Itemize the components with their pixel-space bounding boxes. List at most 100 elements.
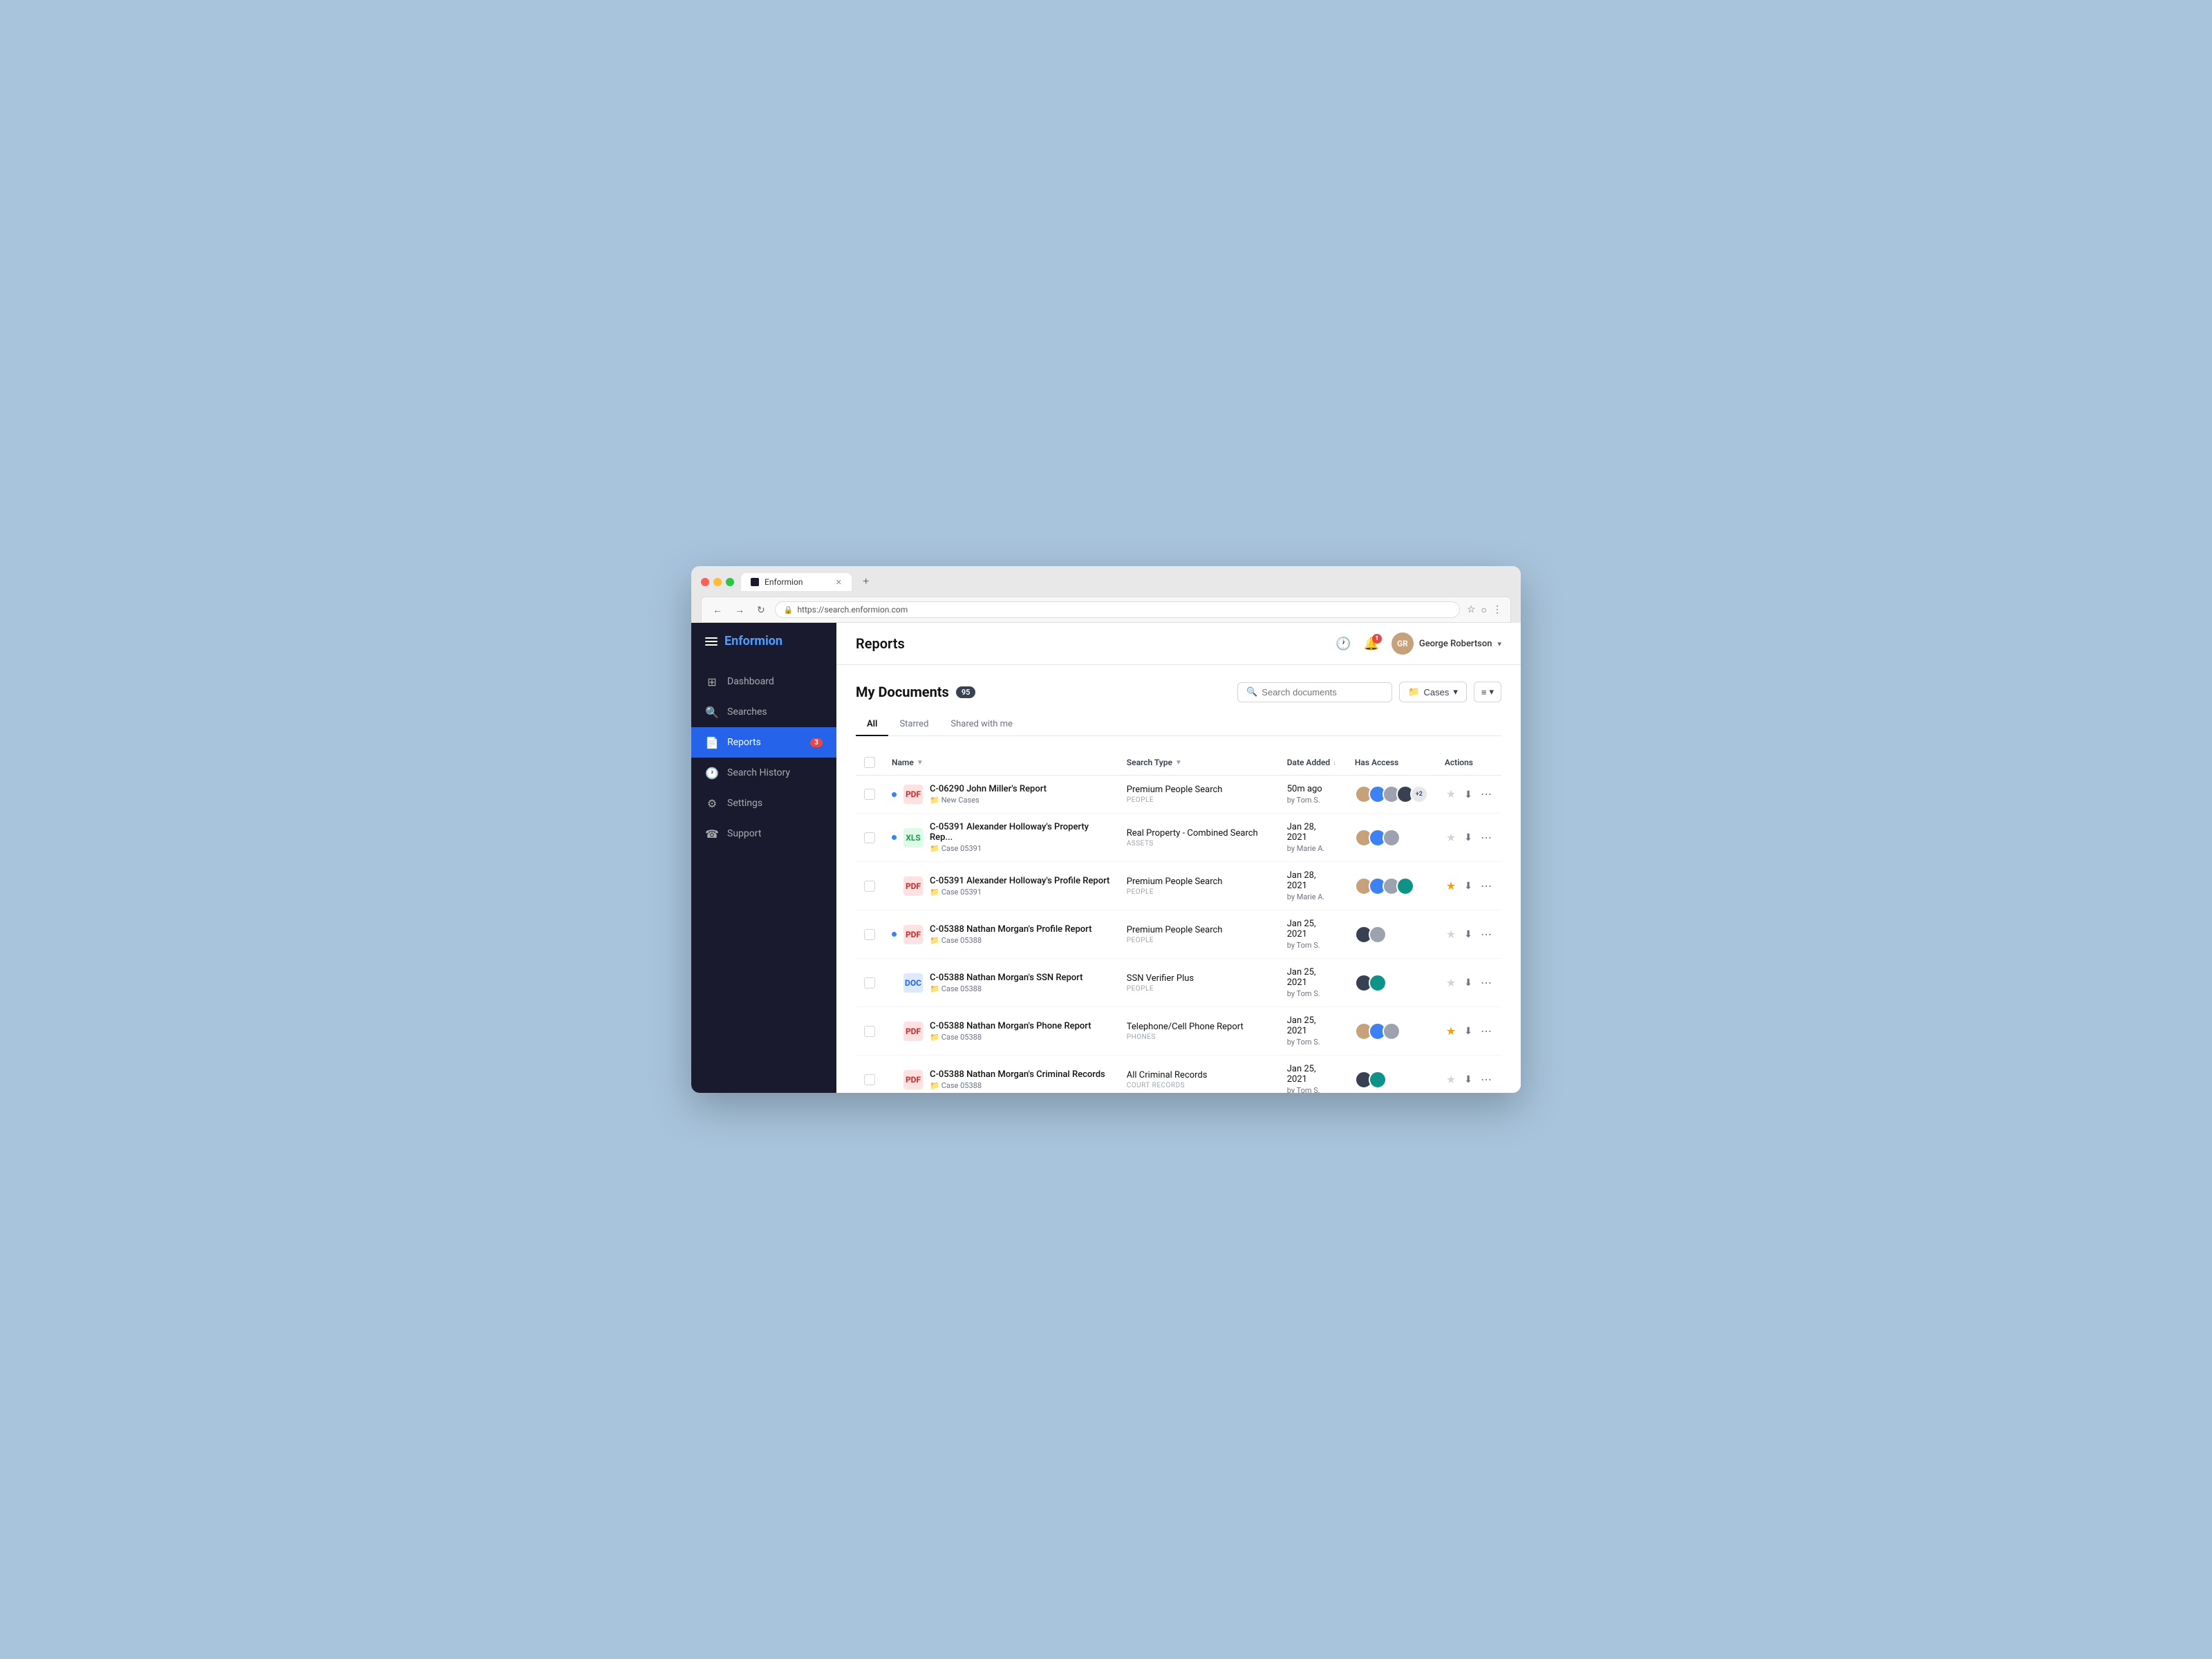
user-name: George Robertson bbox=[1419, 639, 1492, 649]
back-button[interactable]: ← bbox=[710, 603, 725, 617]
doc-icon-7: PDF bbox=[903, 1070, 923, 1089]
sidebar-item-label-reports: Reports bbox=[727, 737, 761, 748]
refresh-button[interactable]: ↻ bbox=[754, 603, 768, 617]
search-input[interactable] bbox=[1262, 687, 1383, 697]
download-button-6[interactable]: ⬇ bbox=[1463, 1024, 1474, 1038]
date-1: 50m ago by Tom S. bbox=[1287, 784, 1338, 805]
folder-icon-3: 📁 bbox=[930, 888, 939, 897]
browser-tab[interactable]: Enformion ✕ bbox=[741, 573, 852, 591]
star-button-5[interactable]: ★ bbox=[1445, 975, 1457, 991]
tab-all[interactable]: All bbox=[856, 713, 888, 736]
notification-badge: 1 bbox=[1372, 634, 1382, 644]
history-icon-btn[interactable]: 🕐 bbox=[1335, 637, 1351, 651]
dashboard-icon: ⊞ bbox=[705, 675, 719, 688]
table-row: PDF C-05388 Nathan Morgan's Phone Report… bbox=[856, 1007, 1501, 1056]
row-checkbox-1[interactable] bbox=[864, 789, 875, 800]
dot-maximize[interactable] bbox=[726, 578, 734, 586]
dot-minimize[interactable] bbox=[713, 578, 722, 586]
sort-button[interactable]: ≡ ▾ bbox=[1474, 682, 1501, 702]
forward-button[interactable]: → bbox=[732, 603, 747, 617]
row-checkbox-2[interactable] bbox=[864, 832, 875, 843]
star-button-2[interactable]: ★ bbox=[1445, 830, 1457, 846]
sidebar-item-search-history[interactable]: 🕐 Search History bbox=[691, 758, 836, 788]
search-type-7: All Criminal Records COURT RECORDS bbox=[1127, 1070, 1271, 1089]
actions-cell-3: ★ ⬇ ⋯ bbox=[1445, 878, 1493, 894]
more-options-icon[interactable]: ⋮ bbox=[1492, 604, 1502, 616]
search-type-column-header[interactable]: Search Type ▼ bbox=[1127, 758, 1271, 767]
search-type-5: SSN Verifier Plus PEOPLE bbox=[1127, 973, 1271, 993]
star-button-1[interactable]: ★ bbox=[1445, 786, 1457, 803]
star-button-6[interactable]: ★ bbox=[1445, 1023, 1457, 1040]
settings-icon: ⚙ bbox=[705, 796, 719, 810]
sidebar-item-label-support: Support bbox=[727, 828, 761, 839]
tab-shared[interactable]: Shared with me bbox=[939, 713, 1024, 736]
download-button-1[interactable]: ⬇ bbox=[1463, 787, 1474, 802]
download-button-4[interactable]: ⬇ bbox=[1463, 927, 1474, 941]
download-button-2[interactable]: ⬇ bbox=[1463, 830, 1474, 845]
row-checkbox-5[interactable] bbox=[864, 977, 875, 988]
avatar-3-3 bbox=[1396, 877, 1414, 895]
page-title: Reports bbox=[856, 635, 1335, 652]
lock-icon: 🔒 bbox=[784, 606, 794, 615]
doc-name-wrap-3: C-05391 Alexander Holloway's Profile Rep… bbox=[930, 876, 1109, 897]
doc-case-4: 📁 Case 05388 bbox=[930, 936, 1091, 945]
row-checkbox-6[interactable] bbox=[864, 1026, 875, 1037]
more-options-button-5[interactable]: ⋯ bbox=[1479, 975, 1493, 991]
address-bar[interactable]: 🔒 https://search.enformion.com bbox=[775, 601, 1460, 618]
doc-name-2[interactable]: C-05391 Alexander Holloway's Property Re… bbox=[930, 822, 1110, 843]
profile-icon[interactable]: ○ bbox=[1481, 604, 1487, 616]
new-tab-button[interactable]: + bbox=[859, 576, 873, 588]
more-options-button-1[interactable]: ⋯ bbox=[1479, 786, 1493, 803]
select-all-checkbox[interactable] bbox=[864, 757, 875, 768]
sort-chevron: ▾ bbox=[1489, 686, 1494, 697]
avatar-extra-1: +2 bbox=[1410, 785, 1428, 803]
sidebar-item-support[interactable]: ☎ Support bbox=[691, 818, 836, 849]
notification-bell-btn[interactable]: 🔔 1 bbox=[1363, 637, 1378, 651]
dot-close[interactable] bbox=[701, 578, 709, 586]
doc-case-2: 📁 Case 05391 bbox=[930, 844, 1110, 853]
more-options-button-4[interactable]: ⋯ bbox=[1479, 926, 1493, 943]
bookmark-icon[interactable]: ☆ bbox=[1467, 604, 1476, 616]
sidebar-item-dashboard[interactable]: ⊞ Dashboard bbox=[691, 666, 836, 697]
sidebar-logo: Enformion bbox=[724, 634, 782, 648]
tab-starred[interactable]: Starred bbox=[888, 713, 939, 736]
tab-close-btn[interactable]: ✕ bbox=[836, 578, 842, 587]
star-button-3[interactable]: ★ bbox=[1445, 878, 1457, 894]
hamburger-menu[interactable] bbox=[705, 637, 718, 646]
download-button-3[interactable]: ⬇ bbox=[1463, 879, 1474, 893]
download-button-7[interactable]: ⬇ bbox=[1463, 1072, 1474, 1087]
reports-icon: 📄 bbox=[705, 735, 719, 749]
doc-name-7[interactable]: C-05388 Nathan Morgan's Criminal Records bbox=[930, 1069, 1105, 1080]
sidebar-item-searches[interactable]: 🔍 Searches bbox=[691, 697, 836, 727]
user-menu[interactable]: GR George Robertson ▾ bbox=[1391, 632, 1501, 655]
avatars-group-7 bbox=[1355, 1071, 1428, 1089]
doc-name-1[interactable]: C-06290 John Miller's Report bbox=[930, 784, 1047, 794]
download-button-5[interactable]: ⬇ bbox=[1463, 975, 1474, 990]
row-checkbox-4[interactable] bbox=[864, 929, 875, 940]
star-button-7[interactable]: ★ bbox=[1445, 1071, 1457, 1088]
search-box[interactable]: 🔍 bbox=[1237, 682, 1392, 702]
reports-badge: 3 bbox=[810, 738, 823, 747]
search-history-icon: 🕐 bbox=[705, 766, 719, 780]
star-button-4[interactable]: ★ bbox=[1445, 926, 1457, 943]
cases-filter-button[interactable]: 📁 Cases ▾ bbox=[1399, 682, 1467, 702]
more-options-button-7[interactable]: ⋯ bbox=[1479, 1071, 1493, 1088]
date-added-column-header[interactable]: Date Added ↓ bbox=[1287, 758, 1338, 767]
name-sort-arrow: ▼ bbox=[917, 759, 924, 767]
more-options-button-2[interactable]: ⋯ bbox=[1479, 830, 1493, 846]
row-checkbox-3[interactable] bbox=[864, 881, 875, 892]
more-options-button-3[interactable]: ⋯ bbox=[1479, 878, 1493, 894]
doc-name-5[interactable]: C-05388 Nathan Morgan's SSN Report bbox=[930, 973, 1082, 983]
name-column-header[interactable]: Name ▼ bbox=[892, 758, 1110, 767]
doc-name-3[interactable]: C-05391 Alexander Holloway's Profile Rep… bbox=[930, 876, 1109, 886]
doc-icon-5: DOC bbox=[903, 973, 923, 993]
doc-name-6[interactable]: C-05388 Nathan Morgan's Phone Report bbox=[930, 1021, 1091, 1031]
more-options-button-6[interactable]: ⋯ bbox=[1479, 1023, 1493, 1040]
avatar-6-2 bbox=[1382, 1022, 1400, 1040]
doc-icon-4: PDF bbox=[903, 925, 923, 944]
table-row: PDF C-05388 Nathan Morgan's Profile Repo… bbox=[856, 910, 1501, 959]
doc-name-4[interactable]: C-05388 Nathan Morgan's Profile Report bbox=[930, 924, 1091, 935]
row-checkbox-7[interactable] bbox=[864, 1074, 875, 1085]
sidebar-item-reports[interactable]: 📄 Reports 3 bbox=[691, 727, 836, 758]
sidebar-item-settings[interactable]: ⚙ Settings bbox=[691, 788, 836, 818]
